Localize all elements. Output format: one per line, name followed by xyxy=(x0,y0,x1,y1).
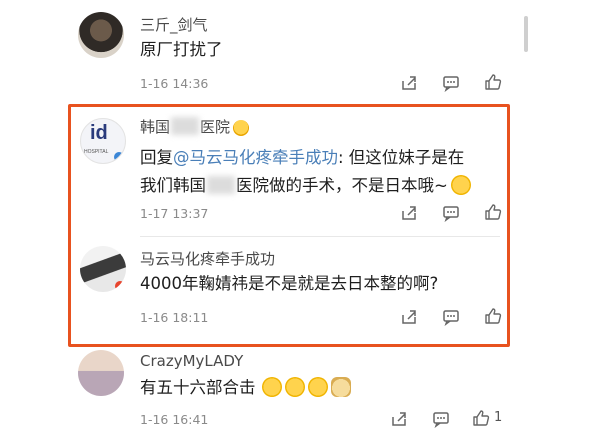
comment-author[interactable]: CrazyMyLADY xyxy=(140,352,243,370)
comment-text-part: 医院做的手术，不是日本哦~ xyxy=(236,176,448,195)
comment-text: 原厂打扰了 xyxy=(140,40,223,59)
covering-face-emoji-icon xyxy=(307,377,328,397)
comment-text: 回复@马云马化疼牵手成功: 但这位妹子是在 xyxy=(140,144,464,172)
comment-author[interactable]: 韩国 医院 xyxy=(140,116,250,137)
doge-emoji-icon xyxy=(330,377,351,397)
divider xyxy=(140,236,500,237)
avatar[interactable] xyxy=(78,12,124,58)
comment-text-part: : 但这位妹子是在 xyxy=(338,148,465,167)
thumbs-up-icon[interactable] xyxy=(472,409,490,427)
comment-item: id HOSPITAL 韩国 医院 回复@马云马化疼牵手成功: 但这位妹子是在 我… xyxy=(0,110,600,230)
like-count: 1 xyxy=(494,410,503,425)
comment-time: 1-17 13:37 xyxy=(140,206,209,221)
share-icon[interactable] xyxy=(400,308,418,326)
comment-item: 三斤_剑气 原厂打扰了 1-16 14:36 xyxy=(0,0,600,100)
avatar-logo-text: id xyxy=(90,122,108,144)
laughing-emoji-icon xyxy=(233,120,250,136)
blurred-text xyxy=(207,176,235,194)
avatar[interactable] xyxy=(78,350,124,396)
reply-prefix: 回复 xyxy=(140,148,173,167)
comment-time: 1-16 18:11 xyxy=(140,310,209,325)
share-icon[interactable] xyxy=(400,74,418,92)
blurred-text xyxy=(171,117,200,135)
avatar[interactable] xyxy=(80,246,126,292)
comment-author[interactable]: 马云马化疼牵手成功 xyxy=(140,248,275,269)
comment-item: 马云马化疼牵手成功 4000年鞠婧祎是不是就是去日本整的啊? 1-16 18:1… xyxy=(0,240,600,340)
comment-icon[interactable] xyxy=(442,74,460,92)
comment-text: 4000年鞠婧祎是不是就是去日本整的啊? xyxy=(140,274,439,293)
mention-link[interactable]: @马云马化疼牵手成功 xyxy=(173,148,338,167)
comment-icon[interactable] xyxy=(442,308,460,326)
wave-hand-emoji-icon xyxy=(450,175,471,195)
share-icon[interactable] xyxy=(390,410,408,428)
crying-emoji-icon xyxy=(261,377,282,397)
author-name-part: 韩国 xyxy=(140,118,171,136)
comment-icon[interactable] xyxy=(432,410,450,428)
comment-author[interactable]: 三斤_剑气 xyxy=(140,14,208,35)
thumbs-up-icon[interactable] xyxy=(484,73,502,91)
covering-face-emoji-icon xyxy=(284,377,305,397)
thumbs-up-icon[interactable] xyxy=(484,203,502,221)
comment-item: CrazyMyLADY 有五十六部合击 1-16 16:41 1 xyxy=(0,346,600,442)
comment-text: 有五十六部合击 xyxy=(140,374,351,402)
comment-time: 1-16 14:36 xyxy=(140,76,209,91)
verified-badge-icon xyxy=(115,281,125,291)
author-name-part: 医院 xyxy=(200,118,231,136)
comment-text-part: 有五十六部合击 xyxy=(140,378,256,397)
share-icon[interactable] xyxy=(400,204,418,222)
thumbs-up-icon[interactable] xyxy=(484,307,502,325)
comment-text-line2: 我们韩国 医院做的手术，不是日本哦~ xyxy=(140,172,471,200)
comment-text-part: 我们韩国 xyxy=(140,176,206,195)
comment-icon[interactable] xyxy=(442,204,460,222)
comment-time: 1-16 16:41 xyxy=(140,412,209,427)
avatar-logo-subtext: HOSPITAL xyxy=(84,149,109,155)
verified-badge-icon xyxy=(114,152,124,162)
avatar[interactable]: id HOSPITAL xyxy=(80,118,126,164)
